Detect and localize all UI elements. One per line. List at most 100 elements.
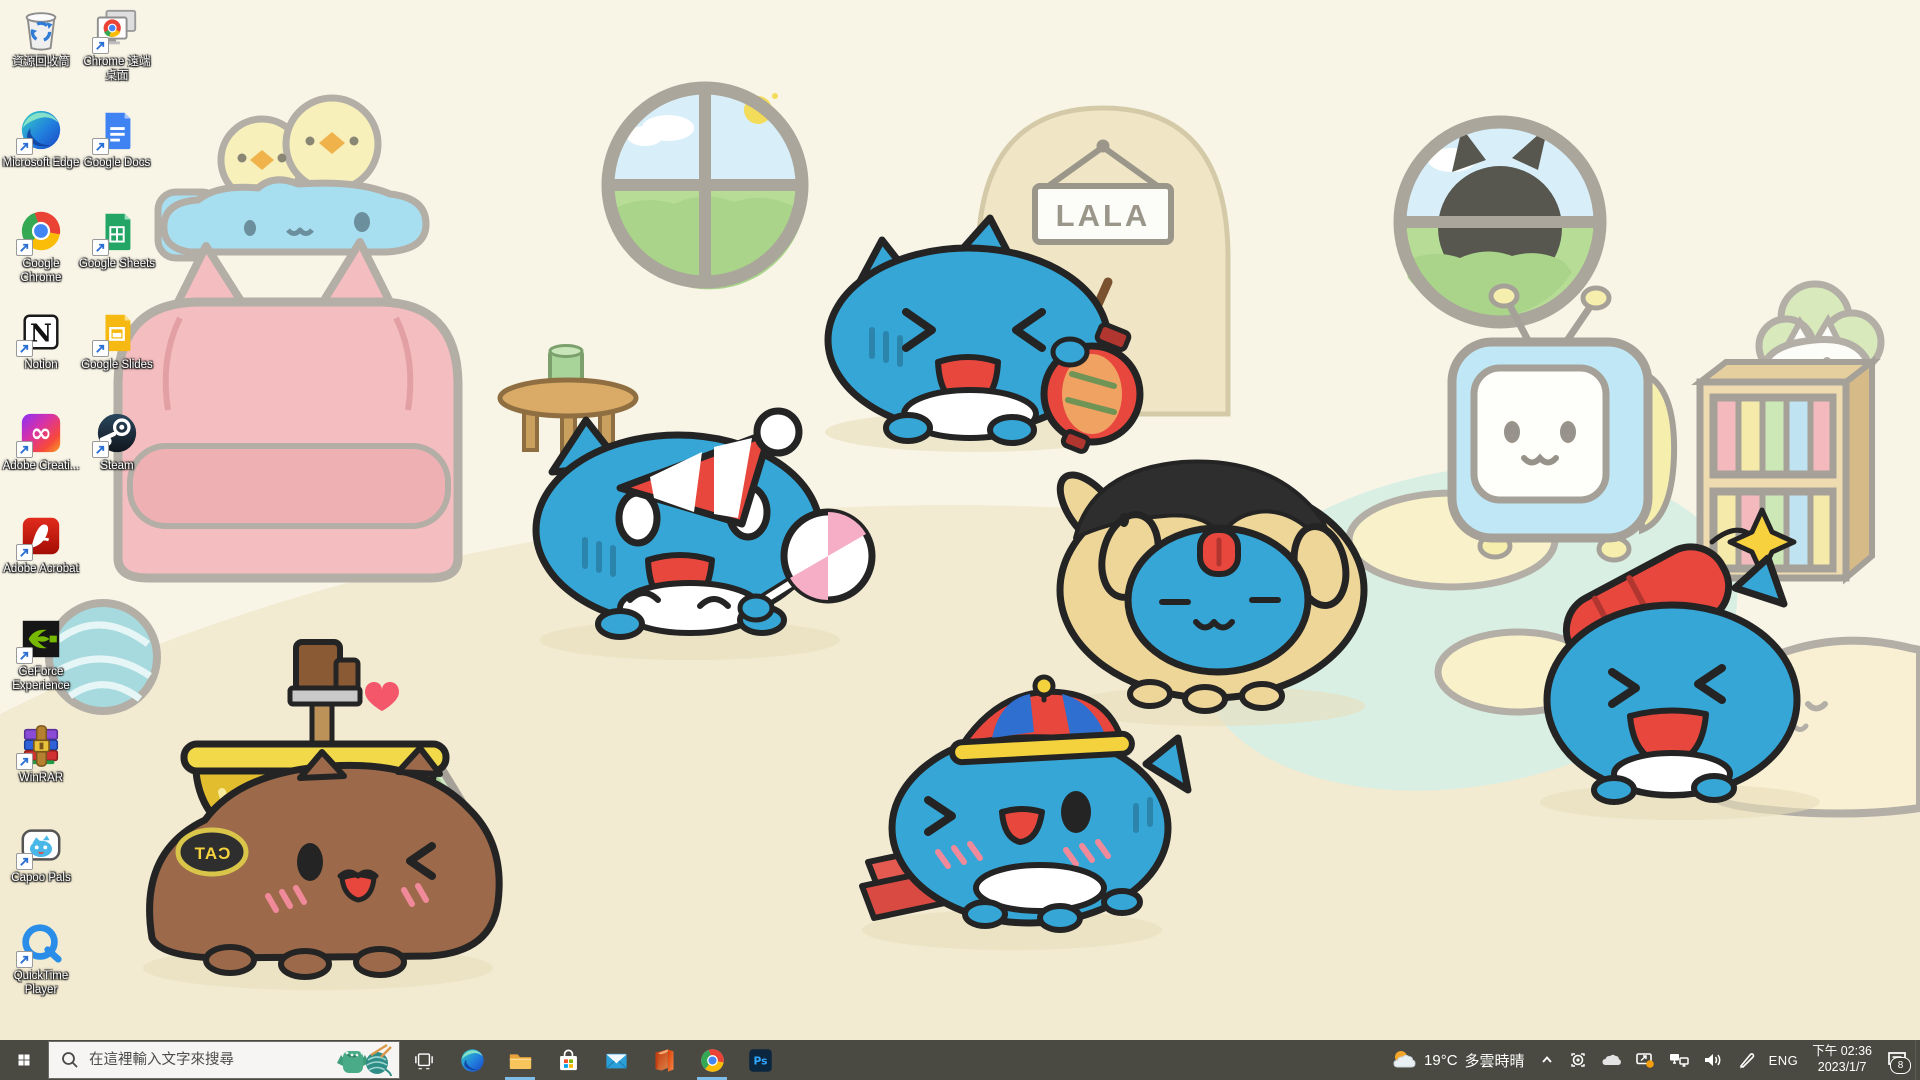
desktop-icon-label: Adobe Acrobat (3, 563, 78, 577)
show-desktop-strip[interactable] (1915, 1040, 1920, 1080)
edge-icon (459, 1047, 486, 1074)
language-code: ENG (1769, 1053, 1799, 1068)
taskbar-app-mail[interactable] (592, 1040, 640, 1080)
mail-icon (603, 1047, 630, 1074)
desktop: LALA (0, 0, 1920, 1040)
desktop-icon-label: Adobe Creati... (3, 460, 80, 474)
screen-share-icon (1635, 1051, 1655, 1069)
taskbar-app-chrome[interactable] (688, 1040, 736, 1080)
desktop-icon-capoo-pals[interactable]: Capoo Pals (2, 822, 80, 922)
shortcut-arrow-icon (16, 753, 33, 770)
taskbar-app-office[interactable] (640, 1040, 688, 1080)
google-docs-icon (94, 107, 140, 153)
tray-volume-icon[interactable] (1696, 1040, 1730, 1080)
taskbar: 19°C 多雲時晴 (0, 1040, 1920, 1080)
file-explorer-icon (507, 1047, 534, 1074)
desktop-icon-recycle-bin[interactable]: 資源回收筒 (2, 6, 80, 106)
shortcut-arrow-icon (16, 853, 33, 870)
google-sheets-icon (94, 208, 140, 254)
desktop-icon-google-sheets[interactable]: Google Sheets (78, 208, 156, 308)
partly-cloudy-icon (1391, 1048, 1417, 1072)
desktop-icon-label: Google Sheets (79, 258, 155, 272)
notion-icon (18, 309, 64, 355)
task-view-button[interactable] (400, 1040, 448, 1080)
recycle-bin-icon (18, 6, 64, 52)
desktop-icon-steam[interactable]: Steam (78, 410, 156, 510)
start-button[interactable] (0, 1040, 48, 1080)
shortcut-arrow-icon (92, 138, 109, 155)
desktop-icon-chrome-remote-desktop[interactable]: Chrome 遠端桌面 (78, 6, 156, 106)
taskbar-app-edge[interactable] (448, 1040, 496, 1080)
windows-logo-icon (13, 1049, 35, 1071)
desktop-icon-winrar[interactable]: WinRAR (2, 722, 80, 822)
desktop-icon-label: WinRAR (19, 772, 63, 786)
language-indicator[interactable]: ENG (1762, 1040, 1806, 1080)
weather-temp: 19°C (1424, 1052, 1458, 1069)
google-slides-icon (94, 309, 140, 355)
wallpaper-window-left (608, 88, 802, 289)
shortcut-arrow-icon (16, 544, 33, 561)
taskbar-app-file-explorer[interactable] (496, 1040, 544, 1080)
shortcut-arrow-icon (16, 647, 33, 664)
taskbar-app-photoshop[interactable] (736, 1040, 784, 1080)
tray-screen-share-icon[interactable] (1628, 1040, 1662, 1080)
weather-desc: 多雲時晴 (1465, 1050, 1525, 1071)
shortcut-arrow-icon (16, 239, 33, 256)
chrome-remote-desktop-icon (94, 6, 140, 52)
taskbar-clock[interactable]: 下午 02:36 2023/1/7 (1805, 1040, 1879, 1080)
shortcut-arrow-icon (92, 239, 109, 256)
clock-time: 下午 02:36 (1812, 1044, 1872, 1060)
chrome-icon (18, 208, 64, 254)
desktop-icon-label: Google Chrome (2, 258, 80, 285)
desktop-icon-adobe-acrobat[interactable]: Adobe Acrobat (2, 513, 80, 613)
search-input[interactable] (87, 1051, 327, 1069)
chevron-up-icon (1539, 1052, 1555, 1068)
tray-network-icon[interactable] (1662, 1040, 1696, 1080)
capture-tray-icon (1569, 1051, 1587, 1069)
shortcut-arrow-icon (92, 441, 109, 458)
wallpaper-capoo-room: LALA (0, 0, 1920, 1040)
adobe-creative-cloud-icon (18, 410, 64, 456)
chrome-icon (699, 1047, 726, 1074)
taskbar-search[interactable] (48, 1041, 400, 1079)
door-sign-text: LALA (1056, 198, 1151, 233)
volume-icon (1703, 1052, 1723, 1068)
shortcut-arrow-icon (16, 951, 33, 968)
capoo-pals-icon (18, 822, 64, 868)
geforce-experience-icon (18, 616, 64, 662)
shortcut-arrow-icon (16, 340, 33, 357)
tray-pen-icon[interactable] (1730, 1040, 1762, 1080)
weather-widget[interactable]: 19°C 多雲時晴 (1384, 1040, 1532, 1080)
action-center-button[interactable]: 8 (1879, 1040, 1915, 1080)
desktop-icon-label: Steam (100, 460, 133, 474)
tray-onedrive-icon[interactable] (1594, 1040, 1628, 1080)
microsoft-store-icon (555, 1047, 582, 1074)
desktop-icon-label: 資源回收筒 (12, 56, 70, 70)
search-icon (61, 1051, 79, 1069)
desktop-icon-google-chrome[interactable]: Google Chrome (2, 208, 80, 308)
winrar-icon (18, 722, 64, 768)
desktop-icon-label: Notion (24, 359, 57, 373)
system-tray: 19°C 多雲時晴 (1384, 1040, 1920, 1080)
desktop-icon-microsoft-edge[interactable]: Microsoft Edge (2, 107, 80, 207)
desktop-icon-quicktime-player[interactable]: QuickTime Player (2, 920, 80, 1020)
hidden-icons-chevron[interactable] (1532, 1040, 1562, 1080)
tray-capture-icon[interactable] (1562, 1040, 1594, 1080)
desktop-icon-google-docs[interactable]: Google Docs (78, 107, 156, 207)
steam-icon (94, 410, 140, 456)
taskbar-app-store[interactable] (544, 1040, 592, 1080)
desktop-icon-label: QuickTime Player (2, 970, 80, 997)
desktop-icon-notion[interactable]: Notion (2, 309, 80, 409)
shortcut-arrow-icon (16, 441, 33, 458)
desktop-icon-geforce-experience[interactable]: GeForce Experience (2, 616, 80, 716)
quicktime-player-icon (18, 920, 64, 966)
adobe-acrobat-icon (18, 513, 64, 559)
desktop-icon-adobe-creative-cloud[interactable]: Adobe Creati... (2, 410, 80, 510)
desktop-icon-label: Google Docs (84, 157, 150, 171)
network-icon (1669, 1052, 1689, 1068)
search-highlight-knitting-icon (335, 1043, 393, 1077)
cat-badge-text: CAT (194, 844, 231, 863)
desktop-icon-google-slides[interactable]: Google Slides (78, 309, 156, 409)
pen-icon (1737, 1051, 1755, 1069)
desktop-icon-label: Chrome 遠端桌面 (78, 56, 156, 83)
